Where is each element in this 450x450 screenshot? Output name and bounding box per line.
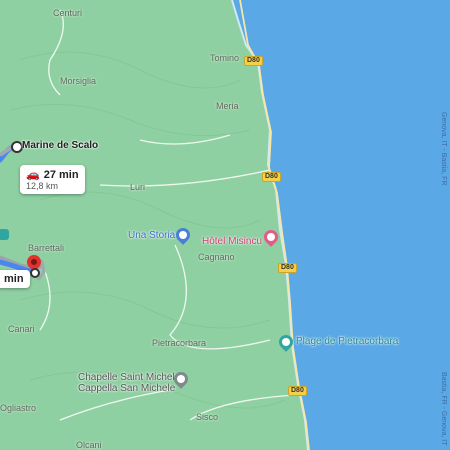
origin-label[interactable]: Marine de Scalo bbox=[22, 140, 98, 151]
route-card-alt[interactable]: min bbox=[0, 270, 30, 288]
road-shield-d80: D80 bbox=[278, 263, 297, 273]
car-icon: 🚗 bbox=[26, 169, 40, 181]
ferry-label-north: Genova, IT - Bastia, FR bbox=[440, 112, 447, 186]
fork-knife-icon bbox=[179, 231, 187, 239]
poi-label-chapel-line2: Cappella San Michele bbox=[78, 383, 176, 394]
place-label-sisco: Sisco bbox=[196, 412, 219, 422]
poi-label-beach[interactable]: Plage de Pietracorbara bbox=[296, 336, 398, 347]
place-label-olcani: Olcani bbox=[76, 440, 102, 450]
ferry-label-south: Bastia, FR - Genova, IT bbox=[440, 372, 447, 446]
route-duration: 27 min bbox=[43, 168, 79, 181]
place-label-meria: Meria bbox=[216, 101, 239, 111]
road-shield-d80: D80 bbox=[262, 172, 281, 182]
route-distance: 12,8 km bbox=[26, 181, 59, 191]
bed-icon bbox=[267, 233, 275, 241]
place-label-canari: Canari bbox=[8, 324, 35, 334]
poi-label-hotel[interactable]: Hôtel Misincu bbox=[202, 236, 262, 247]
place-label-tomino: Tomino bbox=[210, 53, 240, 63]
place-label-morsiglia: Morsiglia bbox=[60, 76, 97, 86]
place-label-ogliastro: Ogliastro bbox=[0, 403, 37, 413]
place-label-pietracorbara: Pietracorbara bbox=[152, 338, 207, 348]
place-label-cagnano: Cagnano bbox=[198, 252, 235, 262]
poi-marker-edge[interactable] bbox=[0, 229, 9, 240]
poi-label-chapel[interactable]: Chapelle Saint Michel Cappella San Miche… bbox=[78, 372, 175, 394]
poi-label-chapel-line1: Chapelle Saint Michel bbox=[78, 372, 175, 383]
map-canvas[interactable] bbox=[0, 0, 450, 450]
place-label-luri: Luri bbox=[130, 182, 146, 192]
route-duration-alt: min bbox=[4, 273, 24, 285]
road-shield-d80: D80 bbox=[288, 386, 307, 396]
place-label-barrettali: Barrettali bbox=[28, 243, 65, 253]
cross-icon bbox=[177, 375, 185, 383]
route-card-main[interactable]: 🚗 27 min 12,8 km bbox=[20, 165, 85, 194]
poi-label-una-storia[interactable]: Una Storia bbox=[128, 230, 175, 241]
destination-dot-icon bbox=[30, 268, 40, 278]
place-label-centuri: Centuri bbox=[53, 8, 83, 18]
road-shield-d80: D80 bbox=[244, 56, 263, 66]
umbrella-icon bbox=[282, 338, 290, 346]
